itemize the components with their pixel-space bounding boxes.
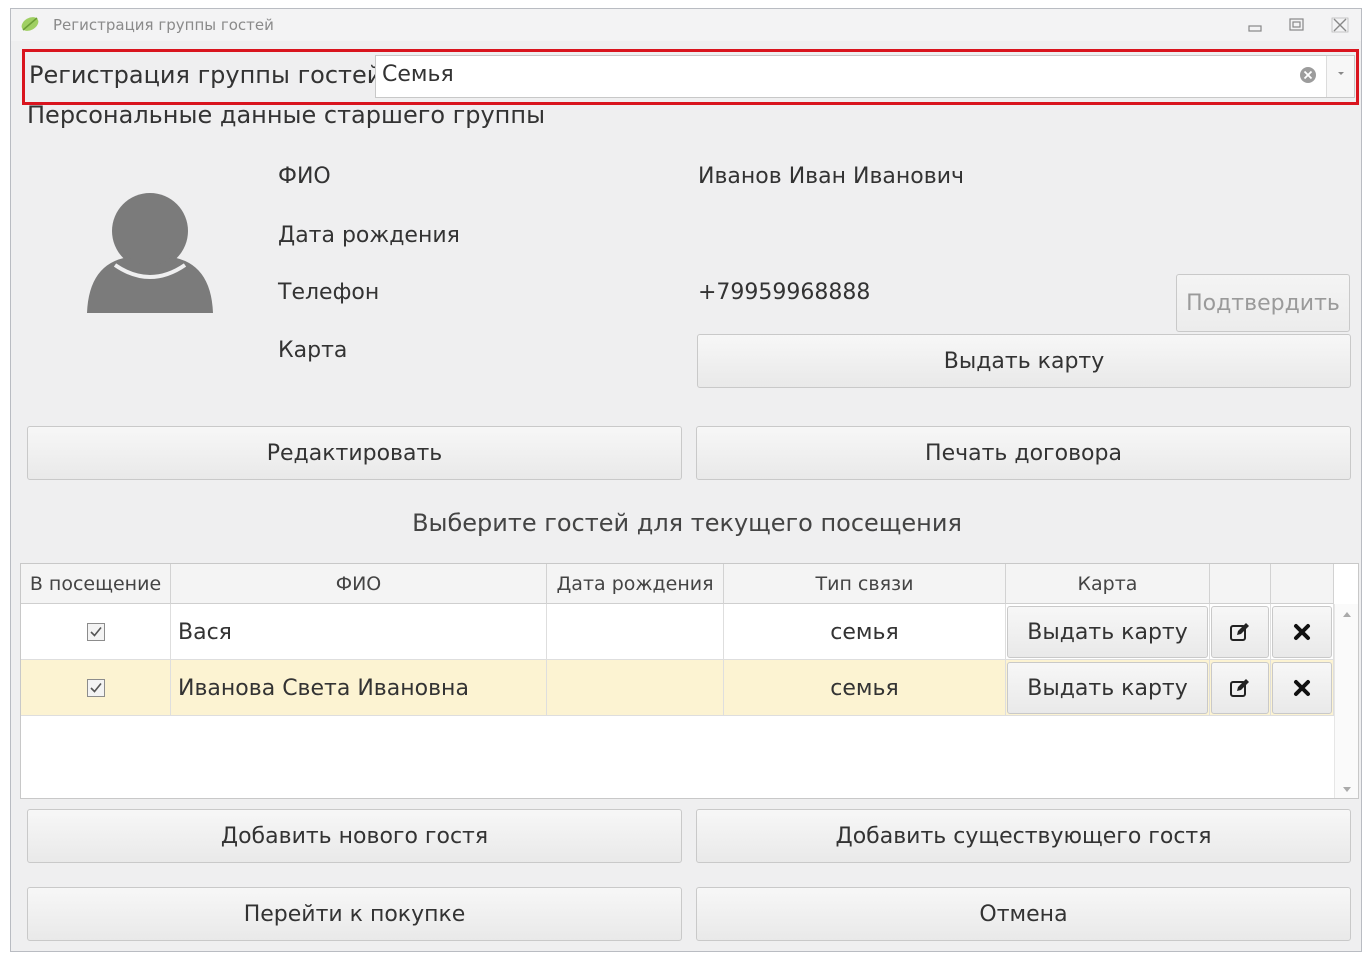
visit-cell: [21, 660, 171, 716]
fio-cell: Иванова Света Ивановна: [171, 660, 547, 716]
edit-cell: [1210, 660, 1271, 716]
checkmark-icon: [89, 626, 102, 637]
column-header-relation[interactable]: Тип связи: [724, 564, 1006, 604]
table-row[interactable]: Иванова Света Ивановна семья Выдать карт…: [21, 660, 1334, 716]
row-issue-card-button[interactable]: Выдать карту: [1007, 662, 1208, 714]
fio-cell: Вася: [171, 604, 547, 660]
edit-icon: [1230, 623, 1249, 641]
phone-value: +79959968888: [698, 280, 871, 305]
delete-cell: [1271, 660, 1334, 716]
issue-card-button[interactable]: Выдать карту: [697, 334, 1351, 388]
group-type-row: Регистрация группы гостей Семья: [22, 49, 1359, 105]
relation-cell: семья: [724, 604, 1006, 660]
visit-cell: [21, 604, 171, 660]
visit-checkbox[interactable]: [86, 679, 105, 697]
registration-window: Регистрация группы гостей Регистрация гр…: [10, 8, 1362, 952]
table-row[interactable]: Вася семья Выдать карту: [21, 604, 1334, 660]
print-contract-button[interactable]: Печать договора: [696, 426, 1351, 480]
table-scrollbar[interactable]: [1334, 604, 1358, 798]
row-edit-button[interactable]: [1211, 606, 1269, 658]
guests-table: В посещение ФИО Дата рождения Тип связи …: [20, 563, 1359, 799]
checkmark-icon: [89, 682, 102, 693]
maximize-icon[interactable]: [1286, 15, 1308, 35]
leader-section-title: Персональные данные старшего группы: [27, 101, 546, 129]
column-header-edit: [1210, 564, 1271, 604]
card-cell: Выдать карту: [1006, 660, 1210, 716]
add-new-guest-button[interactable]: Добавить нового гостя: [27, 809, 682, 863]
relation-cell: семья: [724, 660, 1006, 716]
row-delete-button[interactable]: [1272, 606, 1332, 658]
column-header-fio[interactable]: ФИО: [171, 564, 547, 604]
row-delete-button[interactable]: [1272, 662, 1332, 714]
group-type-label: Регистрация группы гостей: [29, 61, 383, 89]
column-header-visit[interactable]: В посещение: [21, 564, 171, 604]
card-cell: Выдать карту: [1006, 604, 1210, 660]
minimize-icon[interactable]: [1244, 15, 1266, 35]
delete-icon: [1294, 680, 1310, 696]
scroll-up-icon[interactable]: [1342, 610, 1352, 618]
cancel-button[interactable]: Отмена: [696, 887, 1351, 941]
window-title: Регистрация группы гостей: [53, 16, 274, 34]
birth-date-cell: [547, 604, 724, 660]
row-edit-button[interactable]: [1211, 662, 1269, 714]
title-bar: Регистрация группы гостей: [11, 9, 1361, 41]
delete-cell: [1271, 604, 1334, 660]
row-issue-card-button[interactable]: Выдать карту: [1007, 606, 1208, 658]
add-existing-guest-button[interactable]: Добавить существующего гостя: [696, 809, 1351, 863]
guests-section-title: Выберите гостей для текущего посещения: [412, 509, 962, 537]
card-label: Карта: [278, 338, 348, 363]
fio-value: Иванов Иван Иванович: [698, 164, 964, 189]
scroll-down-icon[interactable]: [1342, 786, 1352, 794]
edit-icon: [1230, 679, 1249, 697]
delete-icon: [1294, 624, 1310, 640]
column-header-birth-date[interactable]: Дата рождения: [547, 564, 724, 604]
app-leaf-icon: [21, 17, 39, 31]
confirm-button[interactable]: Подтвердить: [1176, 274, 1350, 332]
edit-button[interactable]: Редактировать: [27, 426, 682, 480]
column-header-delete: [1271, 564, 1334, 604]
fio-label: ФИО: [278, 164, 331, 189]
birth-date-label: Дата рождения: [278, 223, 460, 248]
user-avatar-icon: [87, 193, 213, 313]
phone-label: Телефон: [278, 280, 380, 305]
birth-date-cell: [547, 660, 724, 716]
clear-icon[interactable]: [1299, 66, 1317, 84]
edit-cell: [1210, 604, 1271, 660]
group-type-value: Семья: [382, 62, 454, 87]
close-icon[interactable]: [1329, 15, 1351, 35]
dropdown-arrow-icon: [1338, 72, 1344, 75]
visit-checkbox[interactable]: [86, 623, 105, 641]
group-type-combobox[interactable]: Семья: [375, 55, 1355, 98]
table-header: В посещение ФИО Дата рождения Тип связи …: [21, 564, 1334, 604]
column-header-card[interactable]: Карта: [1006, 564, 1210, 604]
go-to-purchase-button[interactable]: Перейти к покупке: [27, 887, 682, 941]
dropdown-toggle[interactable]: [1326, 56, 1354, 97]
